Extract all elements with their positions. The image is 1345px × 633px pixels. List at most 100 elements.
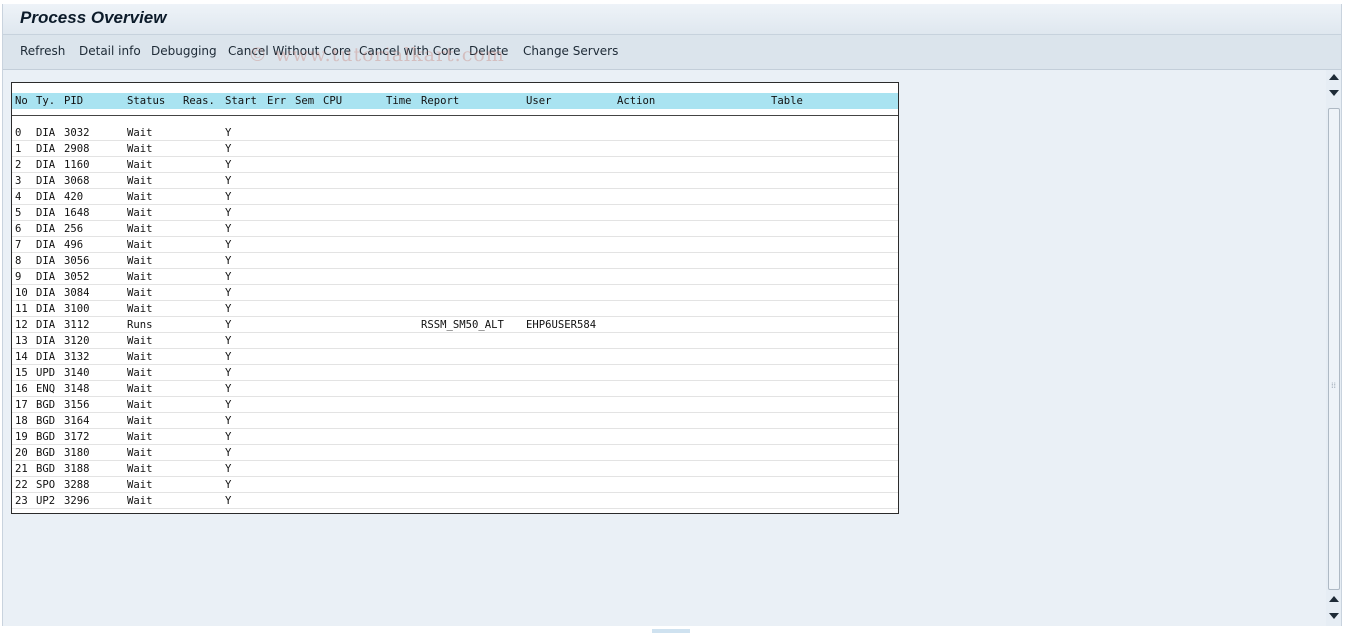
- row-type: DIA: [36, 127, 56, 139]
- table-row[interactable]: 16 ENQ 3148 Wait Y: [12, 381, 898, 397]
- row-start: Y: [225, 287, 232, 299]
- col-header-status[interactable]: Status: [127, 93, 165, 109]
- table-row[interactable]: 17 BGD 3156 Wait Y: [12, 397, 898, 413]
- status-indicator: [652, 629, 690, 633]
- row-type: BGD: [36, 463, 56, 475]
- row-no: 11: [15, 303, 28, 315]
- col-header-sem[interactable]: Sem: [295, 93, 314, 109]
- row-pid: 3100: [64, 303, 90, 315]
- table-row[interactable]: 1 DIA 2908 Wait Y: [12, 141, 898, 157]
- row-type: DIA: [36, 271, 56, 283]
- table-row[interactable]: 21 BGD 3188 Wait Y: [12, 461, 898, 477]
- row-pid: 3032: [64, 127, 90, 139]
- vertical-scrollbar[interactable]: ⁞⁞: [1326, 70, 1341, 626]
- col-header-table[interactable]: Table: [771, 93, 803, 109]
- table-row[interactable]: 23 UP2 3296 Wait Y: [12, 493, 898, 509]
- table-row[interactable]: 4 DIA 420 Wait Y: [12, 189, 898, 205]
- row-no: 4: [15, 191, 22, 203]
- row-start: Y: [225, 495, 232, 507]
- row-type: ENQ: [36, 383, 56, 395]
- table-row[interactable]: 3 DIA 3068 Wait Y: [12, 173, 898, 189]
- row-pid: 3140: [64, 367, 90, 379]
- row-type: DIA: [36, 319, 56, 331]
- arrow-down-icon[interactable]: [1329, 613, 1339, 619]
- table-row[interactable]: 14 DIA 3132 Wait Y: [12, 349, 898, 365]
- table-row[interactable]: 22 SPO 3288 Wait Y: [12, 477, 898, 493]
- col-header-err[interactable]: Err: [267, 93, 286, 109]
- table-row[interactable]: 7 DIA 496 Wait Y: [12, 237, 898, 253]
- row-start: Y: [225, 159, 232, 171]
- row-pid: 1160: [64, 159, 90, 171]
- row-status: Wait: [127, 143, 153, 155]
- arrow-down-icon[interactable]: [1329, 90, 1339, 96]
- row-status: Wait: [127, 303, 153, 315]
- refresh-button[interactable]: Refresh: [20, 44, 65, 58]
- arrow-up-icon[interactable]: [1329, 74, 1339, 80]
- row-pid: 420: [64, 191, 84, 203]
- table-row[interactable]: 0 DIA 3032 Wait Y: [12, 125, 898, 141]
- row-start: Y: [225, 431, 232, 443]
- row-start: Y: [225, 447, 232, 459]
- table-row[interactable]: 13 DIA 3120 Wait Y: [12, 333, 898, 349]
- arrow-up-icon[interactable]: [1329, 596, 1339, 602]
- detail-info-button[interactable]: Detail info: [79, 44, 141, 58]
- row-status: Wait: [127, 159, 153, 171]
- row-start: Y: [225, 223, 232, 235]
- table-row[interactable]: 15 UPD 3140 Wait Y: [12, 365, 898, 381]
- row-no: 8: [15, 255, 22, 267]
- row-type: BGD: [36, 399, 56, 411]
- row-type: BGD: [36, 447, 56, 459]
- row-type: DIA: [36, 223, 56, 235]
- row-no: 13: [15, 335, 28, 347]
- row-type: DIA: [36, 175, 56, 187]
- row-start: Y: [225, 271, 232, 283]
- row-status: Wait: [127, 287, 153, 299]
- scrollbar-thumb[interactable]: ⁞⁞: [1328, 108, 1340, 590]
- table-row[interactable]: 9 DIA 3052 Wait Y: [12, 269, 898, 285]
- row-status: Wait: [127, 463, 153, 475]
- row-type: UP2: [36, 495, 56, 507]
- table-row[interactable]: 12 DIA 3112 Runs Y RSSM_SM50_ALT EHP6USER584: [12, 317, 898, 333]
- col-header-reason[interactable]: Reas.: [183, 93, 215, 109]
- table-row[interactable]: 20 BGD 3180 Wait Y: [12, 445, 898, 461]
- table-row[interactable]: 2 DIA 1160 Wait Y: [12, 157, 898, 173]
- table-row[interactable]: 8 DIA 3056 Wait Y: [12, 253, 898, 269]
- row-no: 19: [15, 431, 28, 443]
- table-row[interactable]: 11 DIA 3100 Wait Y: [12, 301, 898, 317]
- row-no: 18: [15, 415, 28, 427]
- row-type: DIA: [36, 159, 56, 171]
- row-pid: 3084: [64, 287, 90, 299]
- change-servers-button[interactable]: Change Servers: [523, 44, 618, 58]
- col-header-action[interactable]: Action: [617, 93, 655, 109]
- header-separator: [12, 115, 898, 116]
- col-header-cpu[interactable]: CPU: [323, 93, 342, 109]
- row-pid: 3164: [64, 415, 90, 427]
- table-row[interactable]: 5 DIA 1648 Wait Y: [12, 205, 898, 221]
- col-header-pid[interactable]: PID: [64, 93, 83, 109]
- table-row[interactable]: 6 DIA 256 Wait Y: [12, 221, 898, 237]
- col-header-time[interactable]: Time: [386, 93, 412, 109]
- col-header-type[interactable]: Ty.: [36, 93, 55, 109]
- table-row[interactable]: 10 DIA 3084 Wait Y: [12, 285, 898, 301]
- table-row[interactable]: 19 BGD 3172 Wait Y: [12, 429, 898, 445]
- col-header-report[interactable]: Report: [421, 93, 459, 109]
- row-pid: 1648: [64, 207, 90, 219]
- col-header-user[interactable]: User: [526, 93, 552, 109]
- row-start: Y: [225, 143, 232, 155]
- row-status: Wait: [127, 271, 153, 283]
- table-row[interactable]: 18 BGD 3164 Wait Y: [12, 413, 898, 429]
- debugging-button[interactable]: Debugging: [151, 44, 217, 58]
- row-type: BGD: [36, 431, 56, 443]
- col-header-no[interactable]: No: [15, 93, 28, 109]
- row-start: Y: [225, 319, 232, 331]
- row-no: 15: [15, 367, 28, 379]
- row-status: Wait: [127, 207, 153, 219]
- row-pid: 2908: [64, 143, 90, 155]
- row-no: 14: [15, 351, 28, 363]
- row-pid: 256: [64, 223, 84, 235]
- row-no: 20: [15, 447, 28, 459]
- row-pid: 3180: [64, 447, 90, 459]
- row-status: Wait: [127, 431, 153, 443]
- row-no: 1: [15, 143, 22, 155]
- col-header-start[interactable]: Start: [225, 93, 257, 109]
